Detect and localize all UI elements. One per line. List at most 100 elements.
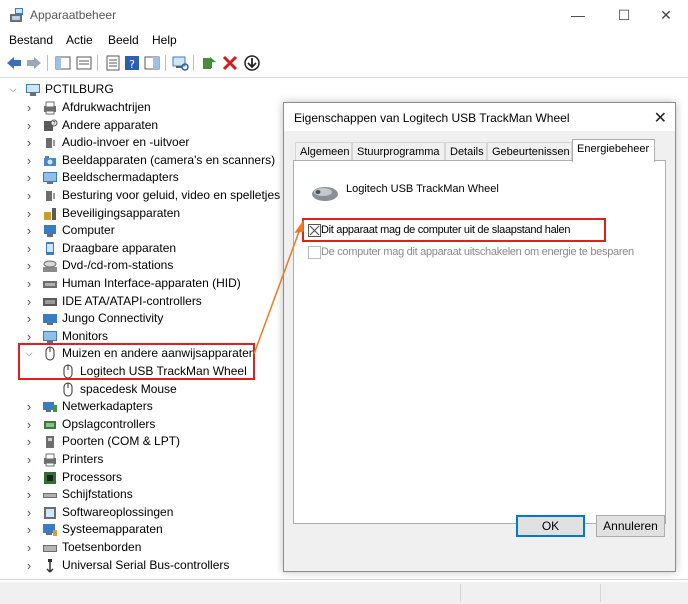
tree-category-schijfstations[interactable]: › Schijfstations bbox=[0, 486, 270, 503]
tree-category-computer[interactable]: › Computer bbox=[0, 222, 270, 239]
chevron-down-icon[interactable]: ⌵ bbox=[8, 81, 18, 98]
chevron-right-icon[interactable]: › bbox=[24, 469, 34, 486]
tree-category-toetsenborden[interactable]: › Toetsenborden bbox=[0, 539, 270, 556]
tree-category-ide-ata-atapi-controllers[interactable]: › IDE ATA/ATAPI-controllers bbox=[0, 293, 270, 310]
tree-category-jungo-connectivity[interactable]: › Jungo Connectivity bbox=[0, 310, 270, 327]
cancel-button[interactable]: Annuleren bbox=[596, 515, 665, 537]
chevron-right-icon[interactable]: › bbox=[24, 99, 34, 116]
tree-category-audio-invoer-en-uitvoer[interactable]: › Audio-invoer en -uitvoer bbox=[0, 134, 270, 151]
tree-category-draagbare-apparaten[interactable]: › Draagbare apparaten bbox=[0, 240, 270, 257]
tree-category-afdrukwachtrijen[interactable]: › Afdrukwachtrijen bbox=[0, 99, 270, 116]
chevron-right-icon[interactable]: › bbox=[24, 398, 34, 415]
display-adapter-icon bbox=[43, 172, 57, 185]
tree-item-label: Toetsenborden bbox=[62, 540, 142, 554]
mouse-icon bbox=[63, 382, 73, 397]
power-save-option-label: De computer mag dit apparaat uitschakele… bbox=[321, 246, 634, 258]
update-driver-icon[interactable] bbox=[200, 54, 218, 72]
download-icon[interactable] bbox=[243, 54, 261, 72]
ok-button[interactable]: OK bbox=[516, 515, 585, 537]
chevron-right-icon[interactable]: › bbox=[24, 539, 34, 556]
tree-item-label: Human Interface-apparaten (HID) bbox=[62, 276, 241, 290]
svg-text:?: ? bbox=[53, 121, 56, 127]
tree-category-universal-serial-bus-controllers[interactable]: › Universal Serial Bus-controllers bbox=[0, 557, 270, 574]
ide-controller-icon bbox=[43, 297, 57, 306]
chevron-right-icon[interactable]: › bbox=[24, 240, 34, 257]
menu-actie[interactable]: Actie bbox=[66, 33, 93, 47]
tree-category-besturing-voor-geluid-video-en-spelletjes[interactable]: › Besturing voor geluid, video en spellet… bbox=[0, 187, 280, 204]
tree-category-netwerkadapters[interactable]: › Netwerkadapters bbox=[0, 398, 270, 415]
chevron-right-icon[interactable]: › bbox=[24, 433, 34, 450]
chevron-right-icon[interactable]: › bbox=[24, 416, 34, 433]
dialog-close-button[interactable]: ✕ bbox=[654, 108, 667, 128]
tree-root[interactable]: ⌵ PCTILBURG bbox=[8, 81, 128, 98]
dialog-title: Eigenschappen van Logitech USB TrackMan … bbox=[294, 111, 570, 125]
list-view-icon[interactable] bbox=[75, 54, 93, 72]
tree-category-beeldschermadapters[interactable]: › Beeldschermadapters bbox=[0, 169, 270, 186]
tree-category-human-interface-apparaten-hid[interactable]: › Human Interface-apparaten (HID) bbox=[0, 275, 270, 292]
tree-category-systeemapparaten[interactable]: › Systeemapparaten bbox=[0, 521, 270, 538]
printer-icon bbox=[44, 453, 56, 467]
menu-help[interactable]: Help bbox=[152, 33, 177, 47]
scan-hardware-icon[interactable] bbox=[171, 54, 189, 72]
tree-device-spacedesk-mouse[interactable]: spacedesk Mouse bbox=[0, 381, 270, 398]
chevron-right-icon[interactable]: › bbox=[24, 504, 34, 521]
tree-category-printers[interactable]: › Printers bbox=[0, 451, 270, 468]
tree-category-softwareoplossingen[interactable]: › Softwareoplossingen bbox=[0, 504, 270, 521]
back-arrow-icon[interactable] bbox=[5, 54, 23, 72]
tab-gebeurtenissen[interactable]: Gebeurtenissen bbox=[487, 142, 572, 161]
chevron-right-icon[interactable]: › bbox=[24, 257, 34, 274]
chevron-right-icon[interactable]: › bbox=[24, 310, 34, 327]
chevron-right-icon[interactable]: › bbox=[24, 205, 34, 222]
action-pane-icon[interactable] bbox=[143, 54, 161, 72]
chevron-right-icon[interactable]: › bbox=[24, 451, 34, 468]
maximize-button[interactable]: ☐ bbox=[601, 3, 647, 27]
tab-energiebeheer[interactable]: Energiebeheer bbox=[572, 139, 655, 162]
security-device-icon bbox=[44, 207, 56, 220]
tree-category-beveiligingsapparaten[interactable]: › Beveiligingsapparaten bbox=[0, 205, 270, 222]
speaker-icon bbox=[46, 138, 55, 149]
status-bar bbox=[0, 582, 688, 604]
chevron-right-icon[interactable]: › bbox=[24, 152, 34, 169]
power-save-checkbox[interactable] bbox=[308, 246, 321, 259]
chevron-right-icon[interactable]: › bbox=[24, 486, 34, 503]
tree-category-poorten-com-lpt[interactable]: › Poorten (COM & LPT) bbox=[0, 433, 270, 450]
tree-category-andere-apparaten[interactable]: ›? Andere apparaten bbox=[0, 117, 270, 134]
dialog-tabs: Algemeen Stuurprogramma Details Gebeurte… bbox=[293, 139, 668, 162]
chevron-right-icon[interactable]: › bbox=[24, 117, 34, 134]
tab-algemeen[interactable]: Algemeen bbox=[295, 142, 352, 161]
chevron-right-icon[interactable]: › bbox=[24, 521, 34, 538]
help-icon[interactable]: ? bbox=[123, 54, 141, 72]
svg-text:?: ? bbox=[129, 58, 135, 71]
chevron-right-icon[interactable]: › bbox=[24, 187, 34, 204]
show-hide-console-tree-icon[interactable] bbox=[54, 54, 72, 72]
tree-category-processors[interactable]: › Processors bbox=[0, 469, 270, 486]
tree-item-label: Beeldschermadapters bbox=[62, 170, 179, 185]
uninstall-device-icon[interactable] bbox=[221, 54, 239, 72]
close-button[interactable]: ✕ bbox=[643, 3, 688, 27]
minimize-button[interactable]: — bbox=[555, 3, 601, 27]
tree-category-opslagcontrollers[interactable]: › Opslagcontrollers bbox=[0, 416, 270, 433]
tree-item-label: Audio-invoer en -uitvoer bbox=[62, 135, 190, 150]
tree-item-label: Processors bbox=[62, 469, 123, 484]
menu-beeld[interactable]: Beeld bbox=[108, 33, 139, 47]
properties-icon[interactable] bbox=[104, 54, 122, 72]
sound-controller-icon bbox=[46, 191, 55, 201]
tree-category-beeldapparaten-camera-s-en-scanners[interactable]: › Beeldapparaten (camera's en scanners) bbox=[0, 152, 275, 169]
chevron-right-icon[interactable]: › bbox=[24, 557, 34, 574]
disk-drive-icon bbox=[43, 493, 57, 499]
chevron-right-icon[interactable]: › bbox=[24, 169, 34, 186]
chevron-right-icon[interactable]: › bbox=[24, 275, 34, 292]
tree-item-label: Universal Serial Bus-controllers bbox=[62, 557, 230, 572]
tab-details[interactable]: Details bbox=[445, 142, 487, 161]
chevron-right-icon[interactable]: › bbox=[24, 134, 34, 151]
chevron-right-icon[interactable]: › bbox=[24, 222, 34, 239]
tree-root-label: PCTILBURG bbox=[45, 82, 114, 96]
forward-arrow-icon[interactable] bbox=[25, 54, 43, 72]
properties-dialog: Eigenschappen van Logitech USB TrackMan … bbox=[283, 102, 676, 572]
tab-stuurprogramma[interactable]: Stuurprogramma bbox=[352, 142, 445, 161]
processor-icon bbox=[44, 471, 56, 484]
tree-item-label: IDE ATA/ATAPI-controllers bbox=[62, 293, 202, 308]
chevron-right-icon[interactable]: › bbox=[24, 293, 34, 310]
menu-bestand[interactable]: Bestand bbox=[9, 33, 53, 47]
tree-category-dvd-cd-rom-stations[interactable]: › Dvd-/cd-rom-stations bbox=[0, 257, 270, 274]
